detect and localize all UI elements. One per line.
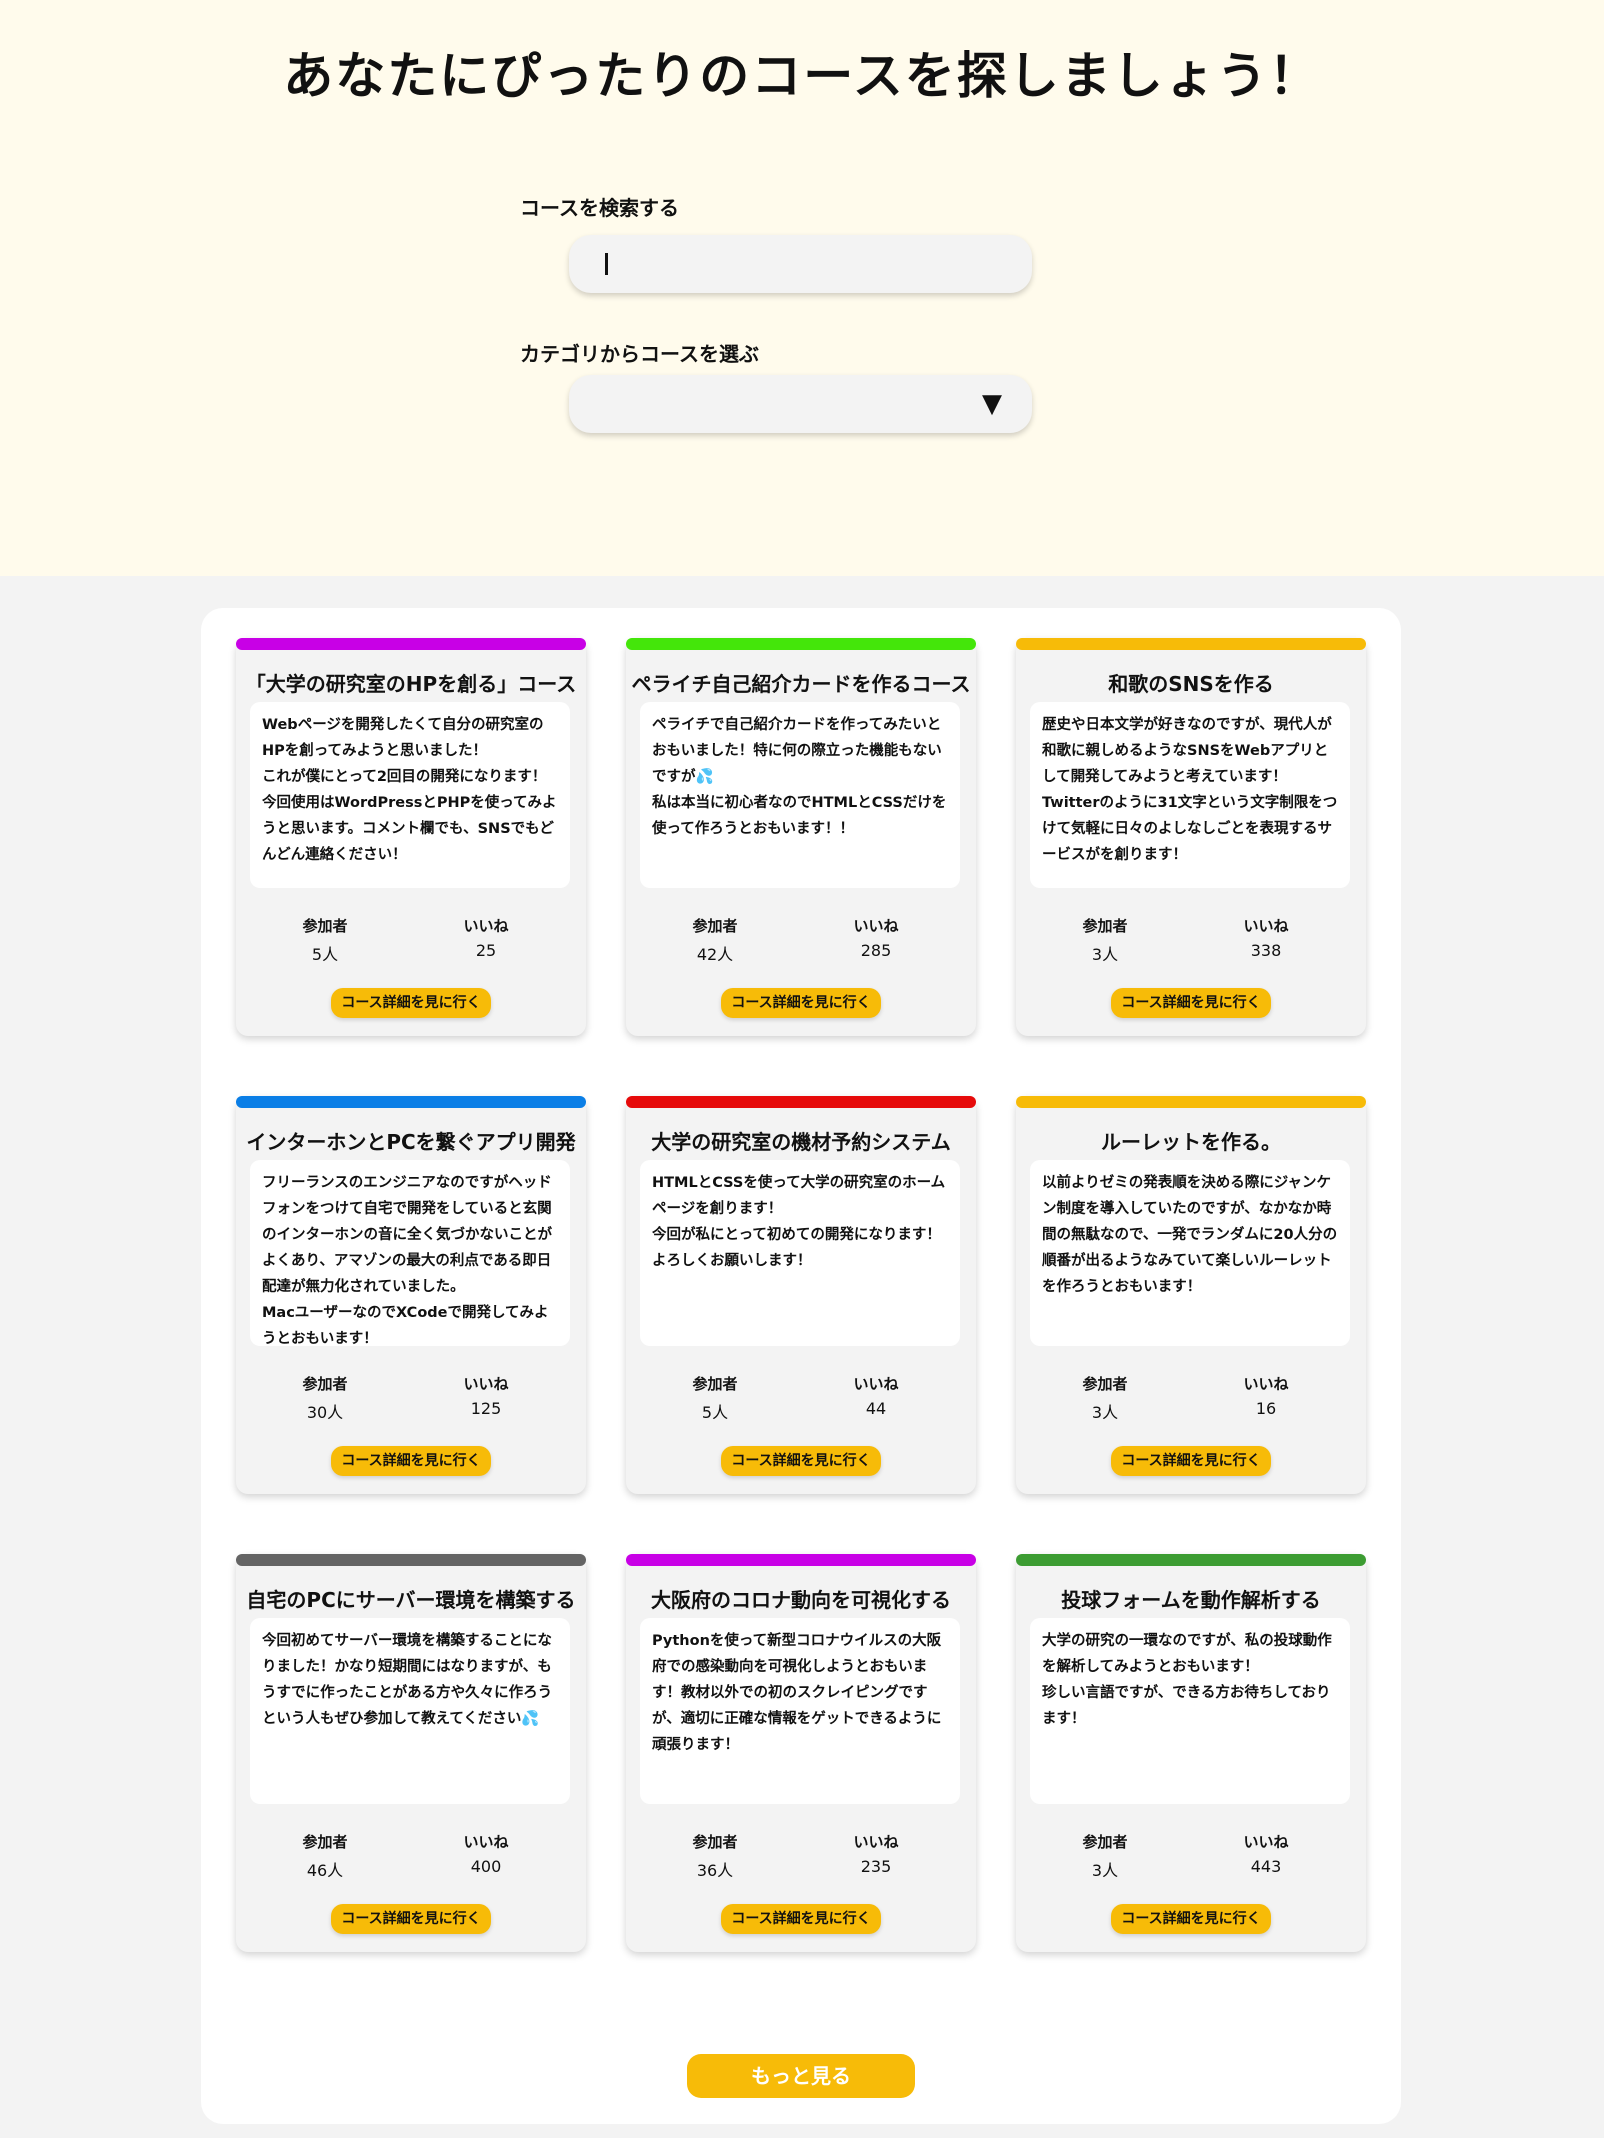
- text-cursor: [605, 253, 608, 275]
- likes-label: いいね: [853, 1833, 899, 1851]
- course-card: 投球フォームを動作解析する大学の研究の一環なのですが、私の投球動作を解析してみよ…: [1016, 1554, 1366, 1952]
- likes-count: 44: [865, 1399, 887, 1418]
- course-detail-button[interactable]: コース詳細を見に行く: [331, 1904, 491, 1934]
- category-color-bar: [626, 638, 976, 650]
- category-color-bar: [1016, 1096, 1366, 1108]
- course-detail-button[interactable]: コース詳細を見に行く: [1111, 1446, 1271, 1476]
- participants-count: 46人: [306, 1861, 344, 1880]
- course-card: ルーレットを作る。以前よりゼミの発表順を決める際にジャンケン制度を導入していたの…: [1016, 1096, 1366, 1494]
- course-card: 「大学の研究室のHPを創る」コース Webページを開発したくて自分の研究室のHPを…: [236, 638, 586, 1036]
- course-card: ペライチ自己紹介カードを作るコースペライチで自己紹介カードを作ってみたいとおもい…: [626, 638, 976, 1036]
- likes-count: 25: [475, 941, 497, 960]
- load-more-button[interactable]: もっと見る: [687, 2054, 915, 2098]
- category-select[interactable]: ▼: [569, 375, 1032, 433]
- category-color-bar: [626, 1096, 976, 1108]
- likes-label: いいね: [853, 917, 899, 935]
- participants-label: 参加者: [302, 917, 348, 935]
- course-detail-button[interactable]: コース詳細を見に行く: [721, 1446, 881, 1476]
- likes-count: 285: [860, 941, 892, 960]
- participants-count: 5人: [311, 945, 339, 964]
- category-color-bar: [626, 1554, 976, 1566]
- category-color-bar: [1016, 638, 1366, 650]
- likes-count: 235: [860, 1857, 892, 1876]
- likes-count: 443: [1250, 1857, 1282, 1876]
- participants-count: 3人: [1091, 1403, 1119, 1422]
- course-description: 今回初めてサーバー環境を構築することになりました！かなり短期間にはなりますが、も…: [250, 1618, 570, 1804]
- category-color-bar: [1016, 1554, 1366, 1566]
- category-label: カテゴリからコースを選ぶ: [520, 342, 759, 366]
- category-color-bar: [236, 1096, 586, 1108]
- participants-label: 参加者: [302, 1375, 348, 1393]
- likes-count: 125: [470, 1399, 502, 1418]
- course-title: 投球フォームを動作解析する: [1061, 1588, 1321, 1612]
- course-title: 「大学の研究室のHPを創る」コース: [245, 672, 577, 696]
- category-color-bar: [236, 1554, 586, 1566]
- course-title: 自宅のPCにサーバー環境を構築する: [246, 1588, 576, 1612]
- participants-label: 参加者: [1082, 1833, 1128, 1851]
- likes-count: 400: [470, 1857, 502, 1876]
- course-detail-button[interactable]: コース詳細を見に行く: [721, 1904, 881, 1934]
- category-color-bar: [236, 638, 586, 650]
- course-description: 以前よりゼミの発表順を決める際にジャンケン制度を導入していたのですが、なかなか時…: [1030, 1160, 1350, 1346]
- participants-count: 36人: [696, 1861, 734, 1880]
- course-description: フリーランスのエンジニアなのですがヘッドフォンをつけて自宅で開発をしていると玄関…: [250, 1160, 570, 1346]
- participants-count: 3人: [1091, 945, 1119, 964]
- course-title: ペライチ自己紹介カードを作るコース: [631, 672, 971, 696]
- course-detail-button[interactable]: コース詳細を見に行く: [721, 988, 881, 1018]
- participants-count: 3人: [1091, 1861, 1119, 1880]
- course-title: 和歌のSNSを作る: [1108, 672, 1274, 696]
- participants-label: 参加者: [1082, 1375, 1128, 1393]
- course-card: 自宅のPCにサーバー環境を構築する今回初めてサーバー環境を構築することになりまし…: [236, 1554, 586, 1952]
- course-card: 大阪府のコロナ動向を可視化する Pythonを使って新型コロナウイルスの大阪府での…: [626, 1554, 976, 1952]
- course-detail-button[interactable]: コース詳細を見に行く: [331, 1446, 491, 1476]
- course-card: 大学の研究室の機材予約システム HTMLとCSSを使って大学の研究室のホームページ…: [626, 1096, 976, 1494]
- chevron-down-icon[interactable]: ▼: [982, 391, 1002, 417]
- participants-count: 42人: [696, 945, 734, 964]
- course-card: インターホンとPCを繋ぐアプリ開発フリーランスのエンジニアなのですがヘッドフォン…: [236, 1096, 586, 1494]
- likes-count: 338: [1250, 941, 1282, 960]
- participants-count: 5人: [701, 1403, 729, 1422]
- hero-section: あなたにぴったりのコースを探しましょう！ コースを検索する カテゴリからコースを…: [0, 0, 1604, 576]
- likes-label: いいね: [1243, 1833, 1289, 1851]
- course-title: 大学の研究室の機材予約システム: [651, 1130, 951, 1154]
- course-description: Webページを開発したくて自分の研究室のHPを創ってみようと思いました！ これが…: [250, 702, 570, 888]
- course-title: インターホンとPCを繋ぐアプリ開発: [246, 1130, 576, 1154]
- search-label: コースを検索する: [520, 196, 679, 220]
- course-description: ペライチで自己紹介カードを作ってみたいとおもいました！特に何の際立った機能もない…: [640, 702, 960, 888]
- course-description: 歴史や日本文学が好きなのですが、現代人が和歌に親しめるようなSNSをWebアプリ…: [1030, 702, 1350, 888]
- course-description: 大学の研究の一環なのですが、私の投球動作を解析してみようとおもいます！ 珍しい言…: [1030, 1618, 1350, 1804]
- participants-label: 参加者: [1082, 917, 1128, 935]
- likes-label: いいね: [853, 1375, 899, 1393]
- page-title: あなたにぴったりのコースを探しましょう！: [283, 47, 1321, 105]
- course-detail-button[interactable]: コース詳細を見に行く: [331, 988, 491, 1018]
- course-detail-button[interactable]: コース詳細を見に行く: [1111, 1904, 1271, 1934]
- likes-label: いいね: [463, 1833, 509, 1851]
- participants-label: 参加者: [692, 1375, 738, 1393]
- course-description: HTMLとCSSを使って大学の研究室のホームページを創ります！ 今回が私にとって…: [640, 1160, 960, 1346]
- participants-label: 参加者: [302, 1833, 348, 1851]
- search-input[interactable]: [569, 235, 1032, 293]
- likes-label: いいね: [463, 1375, 509, 1393]
- course-description: Pythonを使って新型コロナウイルスの大阪府での感染動向を可視化しようとおもい…: [640, 1618, 960, 1804]
- participants-label: 参加者: [692, 1833, 738, 1851]
- course-card: 和歌のSNSを作る歴史や日本文学が好きなのですが、現代人が和歌に親しめるようなS…: [1016, 638, 1366, 1036]
- course-title: ルーレットを作る。: [1101, 1130, 1281, 1154]
- participants-count: 30人: [306, 1403, 344, 1422]
- participants-label: 参加者: [692, 917, 738, 935]
- course-title: 大阪府のコロナ動向を可視化する: [651, 1588, 951, 1612]
- course-detail-button[interactable]: コース詳細を見に行く: [1111, 988, 1271, 1018]
- likes-label: いいね: [1243, 917, 1289, 935]
- likes-count: 16: [1255, 1399, 1277, 1418]
- likes-label: いいね: [463, 917, 509, 935]
- likes-label: いいね: [1243, 1375, 1289, 1393]
